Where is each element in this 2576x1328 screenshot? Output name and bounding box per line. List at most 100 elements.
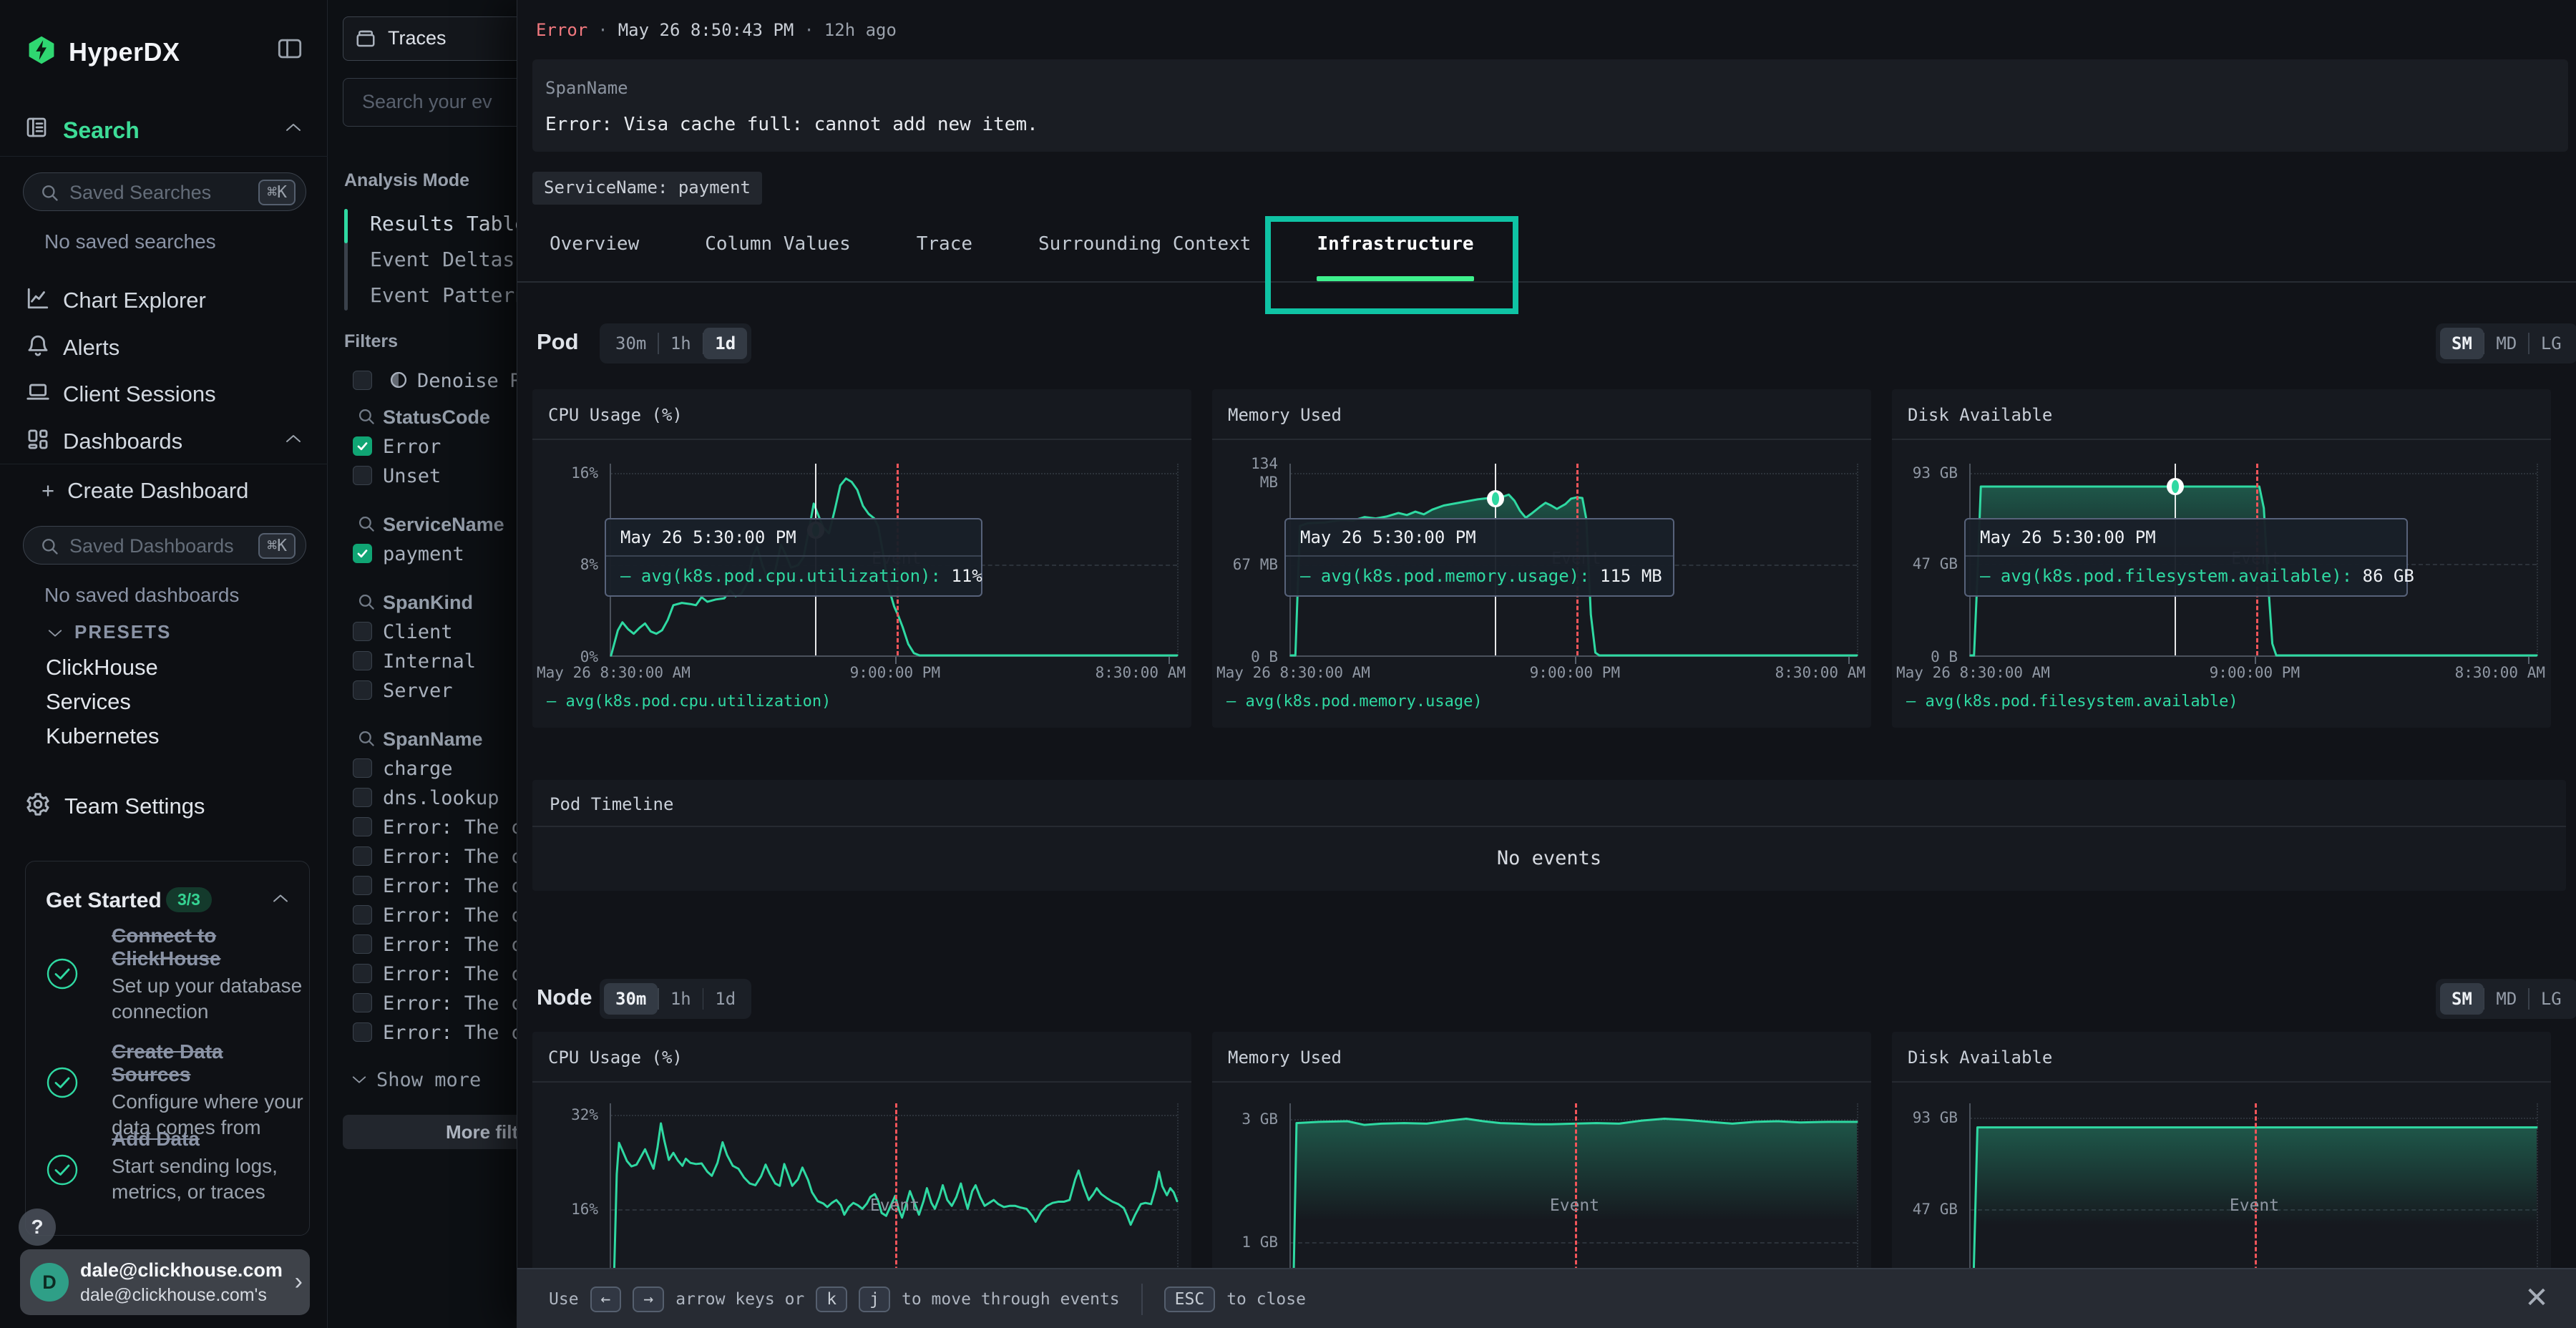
- node-sizes-option-md[interactable]: MD: [2484, 983, 2528, 1015]
- more-filters-button[interactable]: More filters: [343, 1115, 517, 1149]
- checkbox[interactable]: [353, 1022, 372, 1042]
- checkbox[interactable]: [353, 466, 372, 485]
- x-axis-tick: 9:00:00 PM: [1530, 664, 1620, 681]
- sidebar-item-search[interactable]: Search: [63, 117, 140, 144]
- divider: [1141, 1284, 1143, 1315]
- tab-surrounding-context[interactable]: Surrounding Context: [1038, 222, 1251, 281]
- checkbox[interactable]: [353, 993, 372, 1012]
- chart-legend[interactable]: — avg(k8s.pod.cpu.utilization): [547, 693, 831, 711]
- checkbox[interactable]: [353, 934, 372, 954]
- chart-title: Memory Used: [1228, 405, 1342, 425]
- filter-option[interactable]: Error: The cr: [328, 989, 517, 1018]
- checkbox[interactable]: [353, 846, 372, 866]
- sidebar-item-alerts[interactable]: Alerts: [0, 326, 328, 366]
- preset-item-clickhouse[interactable]: ClickHouse: [46, 655, 158, 680]
- filter-option[interactable]: Error: The cr: [328, 813, 517, 842]
- analysis-mode-option-event-patterns[interactable]: Event Patterns: [370, 278, 517, 313]
- node-sizes-option-sm[interactable]: SM: [2440, 983, 2484, 1015]
- tab-trace[interactable]: Trace: [917, 222, 972, 281]
- checkbox[interactable]: [353, 788, 372, 807]
- saved-searches-input[interactable]: Saved Searches ⌘K: [23, 172, 306, 211]
- y-axis-tick: 67 MB: [1215, 555, 1278, 574]
- filter-option[interactable]: dns.lookup: [328, 783, 517, 813]
- node-sizes-option-lg[interactable]: LG: [2529, 983, 2573, 1015]
- pod-ranges-option-30m[interactable]: 30m: [604, 328, 658, 359]
- filter-option[interactable]: Error: The cr: [328, 960, 517, 989]
- shortcut-badge: ⌘K: [258, 533, 296, 559]
- checkbox[interactable]: [353, 651, 372, 670]
- sidebar-collapse-icon[interactable]: [278, 39, 302, 59]
- arrow-right-key[interactable]: →: [633, 1286, 664, 1312]
- presets-toggle[interactable]: PRESETS: [47, 621, 171, 643]
- filter-option[interactable]: Error: [328, 432, 517, 462]
- checkbox[interactable]: [353, 758, 372, 778]
- sidebar-item-client-sessions[interactable]: Client Sessions: [0, 373, 328, 413]
- filter-option[interactable]: Error: The cr: [328, 901, 517, 930]
- sidebar-item-team-settings[interactable]: Team Settings: [0, 791, 328, 827]
- filter-option[interactable]: Client: [328, 617, 517, 647]
- gear-icon: [25, 791, 51, 817]
- denoise-results-row[interactable]: Denoise Re: [328, 366, 517, 396]
- sidebar-item-dashboards[interactable]: Dashboards: [0, 420, 328, 460]
- checkbox[interactable]: [353, 680, 372, 700]
- chart-legend[interactable]: — avg(k8s.pod.memory.usage): [1226, 693, 1483, 711]
- pod-sizes-option-md[interactable]: MD: [2484, 328, 2528, 359]
- checkbox[interactable]: [353, 622, 372, 641]
- checkbox[interactable]: [353, 436, 372, 456]
- filter-option[interactable]: Unset: [328, 462, 517, 491]
- source-select[interactable]: Traces: [343, 16, 517, 61]
- preset-item-kubernetes[interactable]: Kubernetes: [46, 723, 160, 749]
- pod-ranges-option-1d[interactable]: 1d: [703, 328, 747, 359]
- user-menu[interactable]: D dale@clickhouse.com dale@clickhouse.co…: [20, 1249, 310, 1315]
- show-more-button[interactable]: Show more: [328, 1066, 517, 1098]
- saved-searches-placeholder: Saved Searches: [69, 182, 211, 204]
- filter-option[interactable]: Error: The cr: [328, 872, 517, 901]
- filter-option[interactable]: charge: [328, 754, 517, 783]
- j-key[interactable]: j: [859, 1286, 890, 1312]
- checkbox[interactable]: [353, 964, 372, 983]
- chevron-up-icon: [285, 433, 302, 444]
- sidebar-item-chart-explorer[interactable]: Chart Explorer: [0, 279, 328, 319]
- filter-option[interactable]: Error: The cr: [328, 842, 517, 872]
- denoise-checkbox[interactable]: [353, 371, 372, 390]
- checkbox[interactable]: [353, 817, 372, 836]
- chevron-up-icon[interactable]: [285, 122, 302, 133]
- sidebar: HyperDX Search Saved Searches ⌘K No save…: [0, 0, 328, 1328]
- analysis-mode-option-event-deltas[interactable]: Event Deltas: [370, 242, 514, 278]
- close-icon[interactable]: ✕: [2518, 1279, 2555, 1317]
- filter-option[interactable]: Internal: [328, 647, 517, 676]
- create-dashboard-button[interactable]: +Create Dashboard: [42, 478, 248, 504]
- analysis-mode-option-results-table[interactable]: Results Table: [370, 206, 517, 242]
- node-ranges-option-1d[interactable]: 1d: [703, 983, 747, 1015]
- chevron-up-icon[interactable]: [272, 893, 289, 904]
- pod-sizes-option-sm[interactable]: SM: [2440, 328, 2484, 359]
- filter-option[interactable]: Error: The cr: [328, 930, 517, 960]
- help-button[interactable]: ?: [19, 1209, 56, 1246]
- tab-column-values[interactable]: Column Values: [705, 222, 851, 281]
- checkbox[interactable]: [353, 544, 372, 563]
- tab-infrastructure[interactable]: Infrastructure: [1317, 222, 1473, 281]
- node-ranges-option-30m[interactable]: 30m: [604, 983, 658, 1015]
- check-circle-icon: [46, 957, 79, 990]
- filter-option[interactable]: Error: The cr: [328, 1018, 517, 1048]
- checkbox[interactable]: [353, 876, 372, 895]
- node-ranges-option-1h[interactable]: 1h: [659, 983, 703, 1015]
- chevron-right-icon: ›: [295, 1268, 303, 1296]
- arrow-left-key[interactable]: ←: [590, 1286, 622, 1312]
- saved-dashboards-input[interactable]: Saved Dashboards ⌘K: [23, 526, 306, 565]
- filter-option[interactable]: Server: [328, 676, 517, 706]
- pod-sizes-option-lg[interactable]: LG: [2529, 328, 2573, 359]
- k-key[interactable]: k: [816, 1286, 847, 1312]
- event-search-input[interactable]: Search your ev: [343, 78, 517, 127]
- pod-ranges-option-1h[interactable]: 1h: [659, 328, 703, 359]
- checkbox[interactable]: [353, 905, 372, 924]
- chart-icon: [26, 286, 50, 311]
- preset-item-services[interactable]: Services: [46, 689, 131, 715]
- hyperdx-logo-icon: [26, 34, 57, 66]
- esc-key[interactable]: ESC: [1164, 1286, 1216, 1312]
- chart-legend[interactable]: — avg(k8s.pod.filesystem.available): [1906, 693, 2238, 711]
- service-name-tag[interactable]: ServiceName: payment: [532, 172, 762, 205]
- tab-overview[interactable]: Overview: [550, 222, 639, 281]
- pod-disk-chart-card: Disk Available93 GB47 GB0 BEventMay 26 8…: [1892, 389, 2551, 728]
- filter-option[interactable]: payment: [328, 540, 517, 569]
